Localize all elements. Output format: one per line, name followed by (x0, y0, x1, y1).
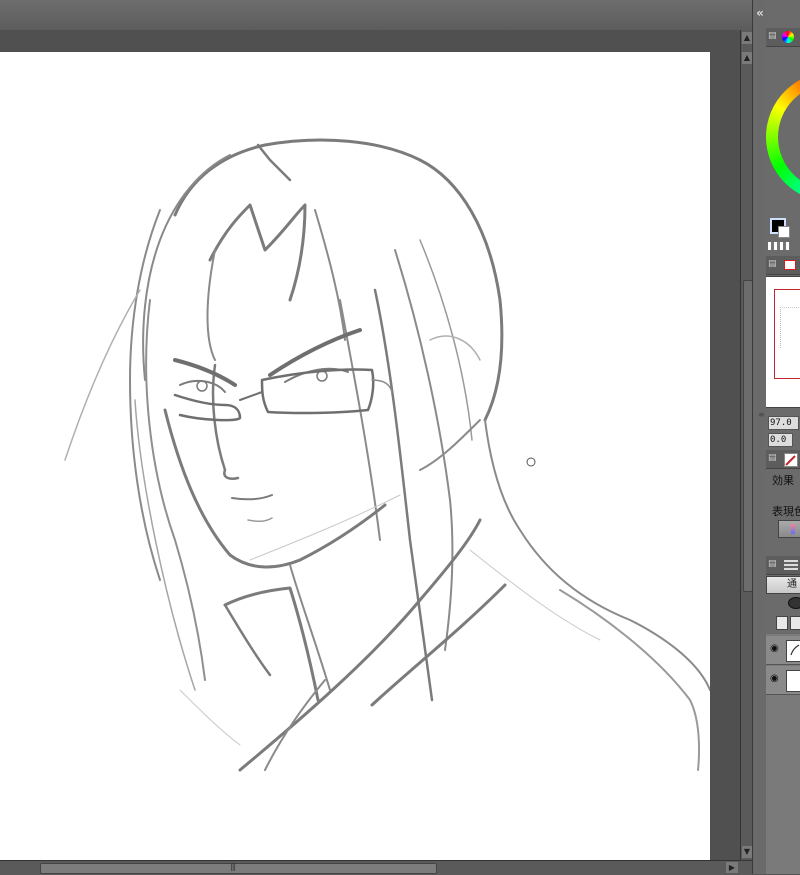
new-folder-icon[interactable] (790, 616, 800, 630)
color-wheel[interactable] (766, 72, 800, 212)
sub-color-swatch[interactable] (778, 226, 790, 238)
blend-mode-select[interactable]: 通 (766, 576, 800, 594)
layer-thumbnail (786, 670, 800, 692)
panel-menu-icon[interactable]: ▤ (768, 559, 778, 570)
panel-menu-icon[interactable]: ▤ (768, 453, 778, 464)
layer-toolbar (776, 616, 800, 630)
visibility-eye-icon[interactable]: ◉ (770, 674, 780, 684)
right-panel-dock: ▤ ▤ 97.0 0.0 ▤ 効果 表現色 ▤ 通 ◉ ◉ (766, 0, 800, 874)
scroll-down-arrow-icon[interactable]: ▼ (742, 846, 752, 858)
navigator-panel-header[interactable]: ▤ (766, 256, 800, 275)
sketch-drawing (64, 138, 710, 772)
navigator-icon[interactable] (784, 260, 796, 270)
horizontal-scrollbar[interactable]: ||| ▶ (0, 860, 752, 875)
app-window: ▲ ▲ ▼ ||| ▶ « ≡ ▤ ▤ 97.0 0.0 ▤ 効果 表現色 ▤ … (0, 0, 800, 875)
canvas-title-bar (0, 0, 752, 31)
divider-grip-icon: ≡ (758, 410, 765, 419)
layer-row[interactable]: ◉ (766, 666, 800, 695)
layer-property-panel-header[interactable]: ▤ (766, 450, 800, 469)
visibility-eye-icon[interactable]: ◉ (770, 644, 780, 654)
navigator-thumbnail (780, 307, 800, 348)
opacity-slider-knob[interactable] (788, 597, 800, 609)
navigator-preview[interactable] (766, 276, 800, 408)
new-layer-icon[interactable] (776, 616, 788, 630)
scroll-right-arrow-icon[interactable]: ▶ (726, 862, 738, 873)
layer-thumbnail (786, 640, 800, 662)
effect-label: 効果 (772, 474, 794, 487)
gradient-swatch-icon (791, 524, 795, 534)
color-wheel-icon[interactable] (782, 31, 794, 43)
collapse-panel-icon[interactable]: « (753, 6, 767, 22)
zoom-field[interactable]: 97.0 (768, 416, 799, 430)
panel-menu-icon[interactable]: ▤ (768, 259, 778, 270)
scroll-up-arrow-icon[interactable]: ▲ (742, 32, 752, 44)
rotation-field[interactable]: 0.0 (768, 433, 793, 447)
expression-color-button[interactable] (778, 520, 800, 538)
panel-menu-icon[interactable]: ▤ (768, 31, 778, 42)
brush-cursor-icon (526, 457, 536, 467)
layer-row[interactable]: ◉ (766, 636, 800, 665)
expression-color-label: 表現色 (772, 505, 800, 518)
layer-icon[interactable] (784, 560, 798, 570)
canvas-top-strip (0, 30, 752, 48)
scroll-grip-icon: ||| (230, 862, 236, 871)
drawing-canvas[interactable] (0, 52, 710, 860)
scroll-top-arrow-icon[interactable]: ▲ (742, 52, 752, 64)
color-panel-header[interactable]: ▤ (766, 28, 800, 47)
layer-panel-header[interactable]: ▤ (766, 556, 800, 575)
layer-list: ◉ ◉ (766, 634, 800, 874)
transparent-color-swatch[interactable] (768, 242, 790, 250)
layer-property-icon[interactable] (784, 453, 798, 467)
horizontal-scroll-thumb[interactable] (40, 863, 437, 874)
